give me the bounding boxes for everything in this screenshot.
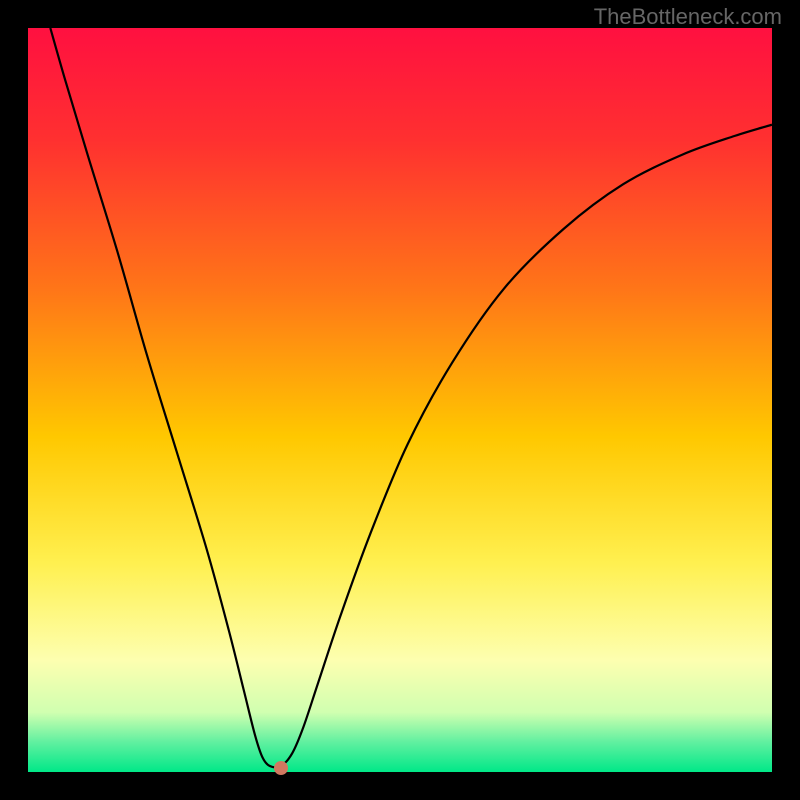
optimum-point <box>274 761 288 775</box>
chart-frame <box>28 28 772 772</box>
curve-layer <box>28 28 772 772</box>
bottleneck-curve <box>50 28 772 767</box>
plot-area <box>28 28 772 772</box>
watermark-text: TheBottleneck.com <box>594 4 782 30</box>
